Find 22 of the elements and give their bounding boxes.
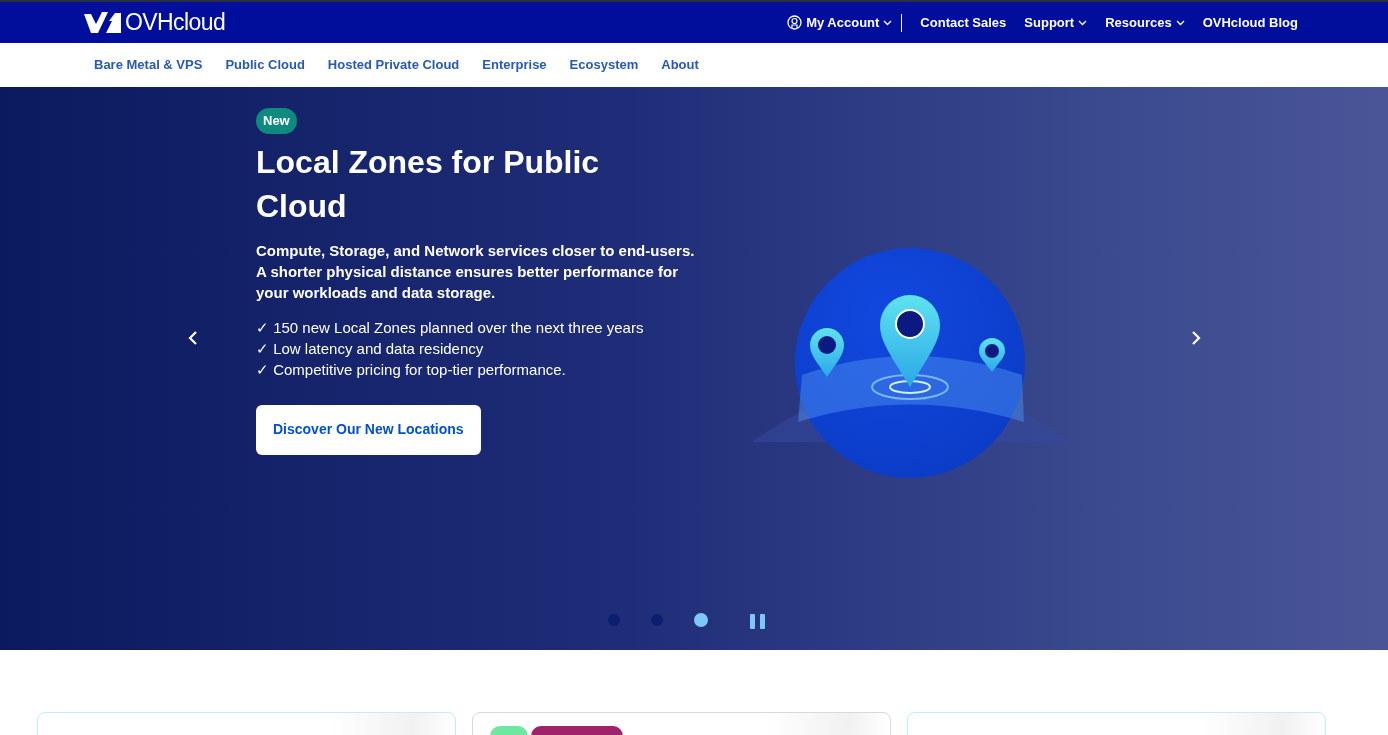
discover-button[interactable]: Discover Our New Locations [256,404,481,455]
header-link[interactable]: OVHcloud Blog [1202,12,1298,33]
pause-icon[interactable] [750,614,766,629]
nav-link[interactable]: Hosted Private Cloud [327,55,460,75]
nav-link[interactable]: About [661,55,699,75]
feature-item: ✓ 150 new Local Zones planned over the next three years [256,317,644,338]
logo-text[interactable]: OVHcloud [125,5,226,40]
hero-title: Local Zones for Public Cloud [256,142,601,226]
nav-link[interactable]: Public Cloud [225,55,305,75]
header-link[interactable]: Resources [1105,12,1185,33]
nav-link[interactable]: Ecosystem [569,55,639,75]
user-icon [787,15,803,30]
header-link[interactable]: Contact Sales [920,12,1007,33]
header-link[interactable]: My Account [787,12,893,33]
nav-link[interactable]: Enterprise [482,55,547,75]
header-link[interactable]: Support [1024,12,1088,33]
feature-item: ✓ Competitive pricing for top-tier performance. [256,359,567,380]
logo-icon [82,10,122,35]
new-badge: New [256,108,297,134]
hero-description: Compute, Storage, and Network services closer to end-users. A shorter physical distance ensures better performance for your workloads and data storage. [256,240,696,303]
feature-item: ✓ Low latency and data residency [256,338,485,359]
nav-link[interactable]: Bare Metal & VPS [94,55,203,75]
